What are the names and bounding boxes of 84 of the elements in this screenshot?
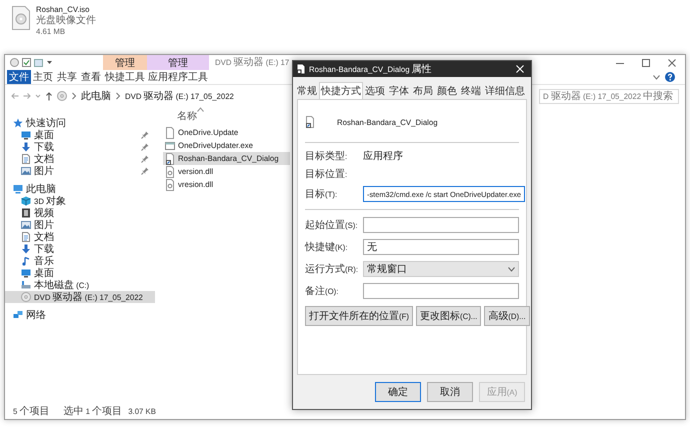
monitor-icon	[21, 268, 31, 278]
monitor-icon	[21, 130, 31, 140]
pin-icon	[141, 167, 149, 175]
breadcrumb-item[interactable]: 此电脑	[81, 89, 111, 103]
shortcut-icon	[165, 152, 175, 164]
document-icon	[21, 154, 31, 164]
star-icon	[13, 118, 23, 128]
nav-item[interactable]: 文档	[5, 231, 155, 243]
document-icon	[165, 166, 175, 178]
nav-item[interactable]: 快速访问	[5, 117, 155, 129]
sort-chevron-icon	[197, 107, 204, 112]
close-icon	[668, 58, 676, 66]
disc-icon	[57, 91, 67, 101]
dialog-button[interactable]: 取消	[427, 382, 473, 402]
film-icon	[21, 208, 31, 218]
dialog-tab[interactable]: 选项	[363, 82, 387, 99]
ribbon-tab[interactable]: 共享	[55, 70, 79, 84]
file-type: 光盘映像文件	[36, 15, 96, 26]
properties-icon	[22, 58, 31, 67]
nav-item[interactable]: 网络	[5, 309, 155, 321]
picture-icon	[21, 220, 31, 230]
picture-icon	[21, 166, 31, 176]
ribbon-tab[interactable]: 快捷工具	[103, 70, 147, 84]
up-arrow-icon	[45, 92, 53, 100]
disc-icon	[10, 58, 19, 67]
ribbon-tab[interactable]: 文件	[7, 70, 31, 84]
ribbon-tab[interactable]: 应用程序工具	[147, 70, 209, 84]
file-icon	[165, 126, 175, 138]
close-icon	[516, 65, 524, 73]
document-icon	[165, 178, 175, 190]
nav-item[interactable]: 下载	[5, 243, 155, 255]
back-arrow-icon	[11, 92, 19, 100]
context-tab-header: 管理	[103, 55, 147, 70]
drive-icon	[21, 280, 31, 290]
dropdown-chevron-icon	[508, 266, 515, 272]
dialog-tab[interactable]: 常规	[295, 82, 319, 99]
field-value: 应用程序	[363, 150, 403, 163]
window-icon	[165, 140, 175, 152]
dialog-tab[interactable]: 终端	[459, 82, 483, 99]
chevron-icon	[71, 92, 77, 100]
shortcut-icon	[305, 116, 315, 128]
dialog-tab[interactable]: 字体	[387, 82, 411, 99]
dialog-tab[interactable]: 布局	[411, 82, 435, 99]
nav-item[interactable]: 桌面	[5, 267, 155, 279]
down-arrow-icon	[21, 244, 31, 254]
dialog-tab[interactable]: 颜色	[435, 82, 459, 99]
pin-icon	[141, 131, 149, 139]
ribbon-tab[interactable]: 主页	[31, 70, 55, 84]
dialog-tab[interactable]: 详细信息	[483, 82, 527, 99]
pin-icon	[141, 155, 149, 163]
column-header[interactable]: 名称	[177, 109, 197, 123]
disc-icon	[21, 292, 31, 302]
input-field[interactable]: 无	[363, 239, 519, 255]
run-mode-dropdown[interactable]: 常规窗口	[363, 261, 519, 277]
nav-item[interactable]: 下载	[5, 141, 155, 153]
cube-icon	[21, 196, 31, 206]
forward-arrow-icon	[23, 92, 31, 100]
ribbon-tab[interactable]: 查看	[79, 70, 103, 84]
nav-item[interactable]: 视频	[5, 207, 155, 219]
help-icon	[665, 72, 675, 82]
expand-ribbon-icon	[653, 74, 660, 80]
nav-item[interactable]: 图片	[5, 219, 155, 231]
dialog-button[interactable]: 确定	[375, 382, 421, 402]
network-icon	[13, 310, 23, 320]
input-field[interactable]	[363, 283, 519, 299]
disc-file-icon	[12, 6, 30, 30]
computer-icon	[13, 184, 23, 194]
dialog-tab[interactable]: 快捷方式	[319, 82, 363, 99]
document-icon	[21, 232, 31, 242]
context-tab-header: 管理	[147, 55, 209, 70]
pin-icon	[141, 143, 149, 151]
music-note-icon	[21, 256, 31, 266]
nav-item[interactable]: 此电脑	[5, 183, 155, 195]
nav-item[interactable]: 音乐	[5, 255, 155, 267]
maximize-icon	[642, 58, 650, 66]
nav-item[interactable]: 桌面	[5, 129, 155, 141]
nav-item[interactable]: 图片	[5, 165, 155, 177]
down-arrow-icon	[21, 142, 31, 152]
nav-item[interactable]: 文档	[5, 153, 155, 165]
chevron-icon	[115, 92, 121, 100]
input-field[interactable]	[363, 217, 519, 233]
folder-icon	[34, 58, 43, 67]
caret-icon	[35, 92, 41, 100]
shortcut-icon	[297, 64, 305, 74]
